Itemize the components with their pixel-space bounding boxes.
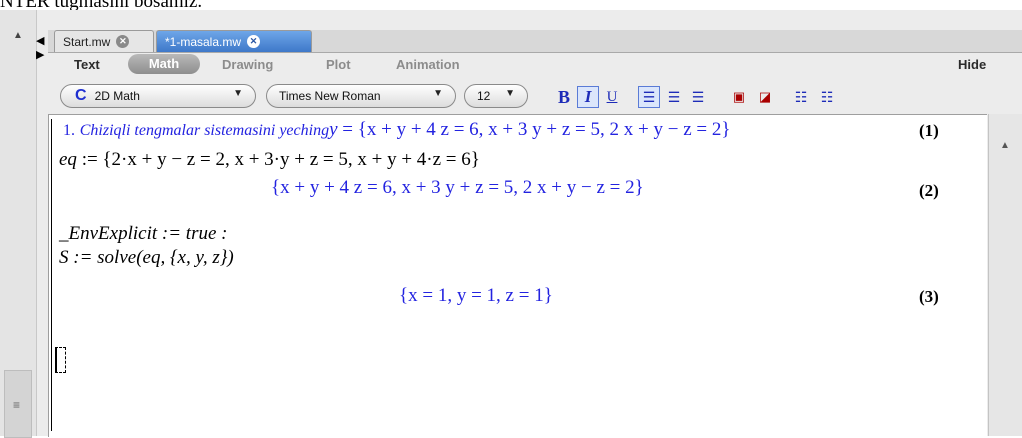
problem-expression: = {x + y + 4 z = 6, x + 3 y + z = 5, 2 x… [337, 119, 731, 140]
problem-statement: 1. Chiziqli tengmalar sistemasini yechin… [63, 119, 730, 141]
font-size-value: 12 [477, 89, 491, 103]
format-toolbar: C 2D Math ▼ Times New Roman ▼ 12 ▼ B I U… [48, 80, 1022, 112]
chevron-down-icon: ▼ [433, 88, 443, 99]
insert-text-icon[interactable]: ▣ [728, 86, 750, 108]
align-right-icon[interactable]: ☰ [688, 86, 708, 108]
mode-text-button[interactable]: Text [74, 57, 100, 72]
italic-button[interactable]: I [577, 86, 599, 108]
chevron-down-icon: ▼ [505, 88, 515, 99]
solve-output: {x = 1, y = 1, z = 1} [399, 285, 553, 306]
left-gutter: ▲ ≡ [0, 10, 37, 438]
solve-call: := solve(eq, {x, y, z}) [68, 247, 234, 268]
math-mode-value: 2D Math [94, 89, 140, 103]
vertical-scrollbar[interactable]: ▲ [988, 114, 1022, 436]
math-mode-select[interactable]: C 2D Math ▼ [60, 84, 256, 108]
eq-output: {x + y + 4 z = 6, x + 3 y + z = 5, 2 x +… [271, 177, 644, 198]
font-size-select[interactable]: 12 ▼ [464, 84, 528, 108]
tab-label: Start.mw [63, 34, 111, 49]
align-center-icon[interactable]: ☰ [664, 86, 684, 108]
chevron-up-icon[interactable]: ▲ [13, 30, 23, 41]
env-input[interactable]: _EnvExplicit := true : [59, 223, 227, 245]
worksheet[interactable]: 1. Chiziqli tengmalar sistemasini yechin… [48, 114, 987, 437]
close-icon[interactable]: ✕ [116, 35, 130, 48]
problem-number: 1. [63, 122, 75, 139]
input-cursor[interactable] [55, 347, 66, 373]
font-family-select[interactable]: Times New Roman ▼ [266, 84, 456, 108]
execution-group-bracket [51, 119, 57, 431]
tab-1-masala[interactable]: *1-masala.mw ✕ [156, 30, 312, 52]
equation-label-3[interactable]: (3) [919, 287, 939, 307]
eq-definition: := {2·x + y − z = 2, x + 3·y + z = 5, x … [76, 149, 480, 170]
chevron-down-icon: ▼ [233, 88, 243, 99]
eq-name: eq [59, 149, 77, 170]
solve-input[interactable]: S := solve(eq, {x, y, z}) [59, 247, 234, 269]
hide-button[interactable]: Hide [958, 57, 986, 72]
context-icon: C [75, 87, 87, 104]
mode-math-button[interactable]: Math [128, 54, 200, 74]
align-left-icon[interactable]: ☰ [638, 86, 660, 108]
close-icon[interactable]: ✕ [247, 35, 261, 48]
document-tabs: Start.mw ✕ *1-masala.mw ✕ [48, 30, 1022, 53]
problem-title: Chiziqli tengmalar sistemasini yeching [79, 122, 330, 139]
bold-button[interactable]: B [555, 86, 573, 108]
env-name: _EnvExplicit [59, 223, 158, 244]
problem-variable: y [329, 119, 338, 140]
arrow-left-icon[interactable]: ◀ [36, 34, 48, 48]
eq-input[interactable]: eq := {2·x + y − z = 2, x + 3·y + z = 5,… [59, 149, 480, 171]
mode-drawing-button[interactable]: Drawing [222, 57, 273, 72]
chevron-up-icon[interactable]: ▲ [1000, 140, 1010, 151]
arrow-right-icon[interactable]: ▶ [36, 48, 48, 62]
equation-label-1[interactable]: (1) [919, 121, 939, 141]
tab-label: *1-masala.mw [165, 34, 242, 49]
equation-label-2[interactable]: (2) [919, 181, 939, 201]
mode-plot-button[interactable]: Plot [326, 57, 351, 72]
mode-animation-button[interactable]: Animation [396, 57, 460, 72]
underline-button[interactable]: U [603, 86, 621, 108]
grip-icon: ≡ [13, 398, 21, 412]
numbered-list-icon[interactable]: ☷ [816, 86, 838, 108]
maple-window: ▲ ≡ ◀ ▶ Start.mw ✕ *1-masala.mw ✕ Text M… [0, 10, 1022, 438]
insert-math-icon[interactable]: ◪ [754, 86, 776, 108]
tab-start[interactable]: Start.mw ✕ [54, 30, 154, 52]
gutter-scroll-thumb[interactable]: ≡ [4, 370, 32, 438]
bullet-list-icon[interactable]: ☷ [790, 86, 812, 108]
font-family-value: Times New Roman [279, 89, 381, 103]
mode-bar: Text Math Drawing Plot Animation Hide [48, 53, 1022, 77]
solve-name: S [59, 247, 69, 268]
env-assignment: := true : [157, 223, 228, 244]
palette-toggle[interactable]: ◀ ▶ [36, 34, 48, 62]
